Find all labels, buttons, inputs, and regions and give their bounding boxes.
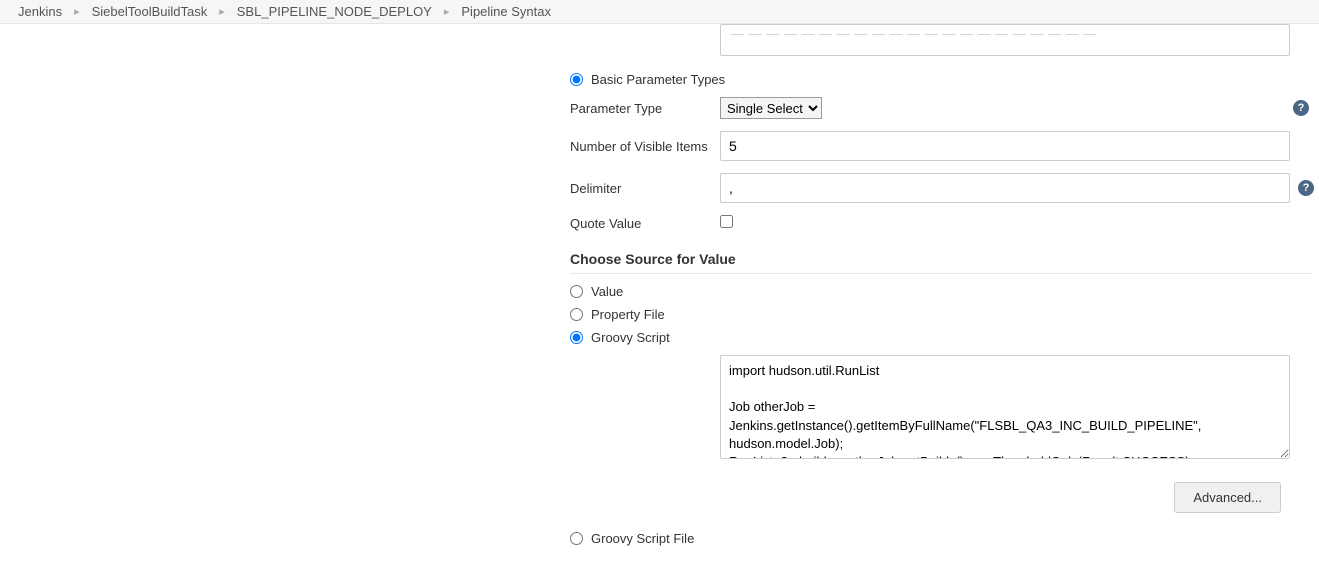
groovy-script-textarea[interactable]: import hudson.util.RunList Job otherJob … bbox=[720, 355, 1290, 459]
basic-parameter-types-radio-input[interactable] bbox=[570, 73, 583, 86]
breadcrumb: Jenkins ▸ SiebelToolBuildTask ▸ SBL_PIPE… bbox=[0, 0, 1319, 24]
source-groovy-script-file-radio[interactable]: Groovy Script File bbox=[570, 527, 1309, 550]
delimiter-input[interactable] bbox=[720, 173, 1290, 203]
chevron-right-icon: ▸ bbox=[219, 5, 225, 18]
source-groovy-script-radio[interactable]: Groovy Script bbox=[570, 326, 1309, 349]
source-property-file-radio[interactable]: Property File bbox=[570, 303, 1309, 326]
delimiter-label: Delimiter bbox=[570, 181, 720, 196]
choose-source-heading: Choose Source for Value bbox=[570, 237, 1312, 274]
help-icon[interactable]: ? bbox=[1298, 180, 1314, 196]
advanced-button[interactable]: Advanced... bbox=[1174, 482, 1281, 513]
source-groovy-script-label: Groovy Script bbox=[591, 330, 670, 345]
breadcrumb-item-task[interactable]: SiebelToolBuildTask bbox=[92, 4, 208, 19]
prior-field-cutoff[interactable]: — — — — — — — — — — — — — — — — — — — — … bbox=[720, 24, 1290, 56]
source-property-file-radio-input[interactable] bbox=[570, 308, 583, 321]
parameter-type-label: Parameter Type bbox=[570, 101, 720, 116]
breadcrumb-item-syntax[interactable]: Pipeline Syntax bbox=[461, 4, 551, 19]
visible-items-input[interactable] bbox=[720, 131, 1290, 161]
help-icon[interactable]: ? bbox=[1293, 100, 1309, 116]
chevron-right-icon: ▸ bbox=[74, 5, 80, 18]
breadcrumb-item-jenkins[interactable]: Jenkins bbox=[18, 4, 62, 19]
visible-items-label: Number of Visible Items bbox=[570, 139, 720, 154]
parameter-type-select[interactable]: Single Select bbox=[720, 97, 822, 119]
source-groovy-script-file-label: Groovy Script File bbox=[591, 531, 694, 546]
chevron-right-icon: ▸ bbox=[444, 5, 450, 18]
source-groovy-script-radio-input[interactable] bbox=[570, 331, 583, 344]
source-value-radio-input[interactable] bbox=[570, 285, 583, 298]
source-property-file-label: Property File bbox=[591, 307, 665, 322]
basic-parameter-types-label: Basic Parameter Types bbox=[591, 72, 725, 87]
basic-parameter-types-radio[interactable]: Basic Parameter Types bbox=[570, 68, 1309, 91]
source-groovy-script-file-radio-input[interactable] bbox=[570, 532, 583, 545]
source-value-label: Value bbox=[591, 284, 623, 299]
quote-value-checkbox[interactable] bbox=[720, 215, 733, 228]
quote-value-label: Quote Value bbox=[570, 216, 720, 231]
breadcrumb-item-pipeline[interactable]: SBL_PIPELINE_NODE_DEPLOY bbox=[237, 4, 432, 19]
source-value-radio[interactable]: Value bbox=[570, 280, 1309, 303]
